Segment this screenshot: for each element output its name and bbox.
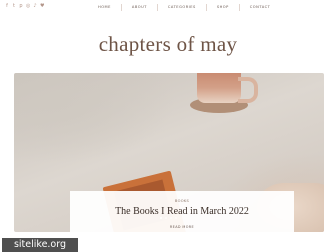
nav-item-about[interactable]: ABOUT xyxy=(122,2,157,13)
social-links: f t p ◎ ♪ ♥ xyxy=(5,4,44,9)
slider-pagination xyxy=(0,217,336,219)
main-nav: HOME ABOUT CATEGORIES SHOP CONTACT xyxy=(88,2,280,13)
facebook-icon[interactable]: f xyxy=(5,4,9,9)
mug-image xyxy=(197,73,241,103)
mug-handle-image xyxy=(238,77,258,103)
twitter-icon[interactable]: t xyxy=(12,4,16,9)
post-overlay-card: BOOKS The Books I Read in March 2022 REA… xyxy=(70,191,294,232)
heart-icon[interactable]: ♥ xyxy=(40,4,44,9)
post-category[interactable]: BOOKS xyxy=(70,199,294,203)
slider-dot[interactable] xyxy=(159,217,162,219)
nav-item-shop[interactable]: SHOP xyxy=(207,2,239,13)
featured-slider[interactable]: BOOKS The Books I Read in March 2022 REA… xyxy=(14,73,324,232)
nav-item-home[interactable]: HOME xyxy=(88,2,121,13)
slider-dot[interactable] xyxy=(174,217,177,219)
nav-item-categories[interactable]: CATEGORIES xyxy=(158,2,206,13)
watermark-label: sitelike.org xyxy=(2,238,78,252)
instagram-icon[interactable]: ◎ xyxy=(26,4,30,9)
top-bar: f t p ◎ ♪ ♥ HOME ABOUT CATEGORIES SHOP C… xyxy=(0,0,336,15)
slider-dot[interactable] xyxy=(164,217,167,219)
read-more-link[interactable]: READ MORE xyxy=(70,225,294,229)
site-title[interactable]: chapters of may xyxy=(0,32,336,57)
pinterest-icon[interactable]: p xyxy=(19,4,23,9)
nav-item-contact[interactable]: CONTACT xyxy=(240,2,281,13)
slider-dot[interactable] xyxy=(169,217,172,219)
post-title[interactable]: The Books I Read in March 2022 xyxy=(70,206,294,217)
tiktok-icon[interactable]: ♪ xyxy=(33,4,37,9)
